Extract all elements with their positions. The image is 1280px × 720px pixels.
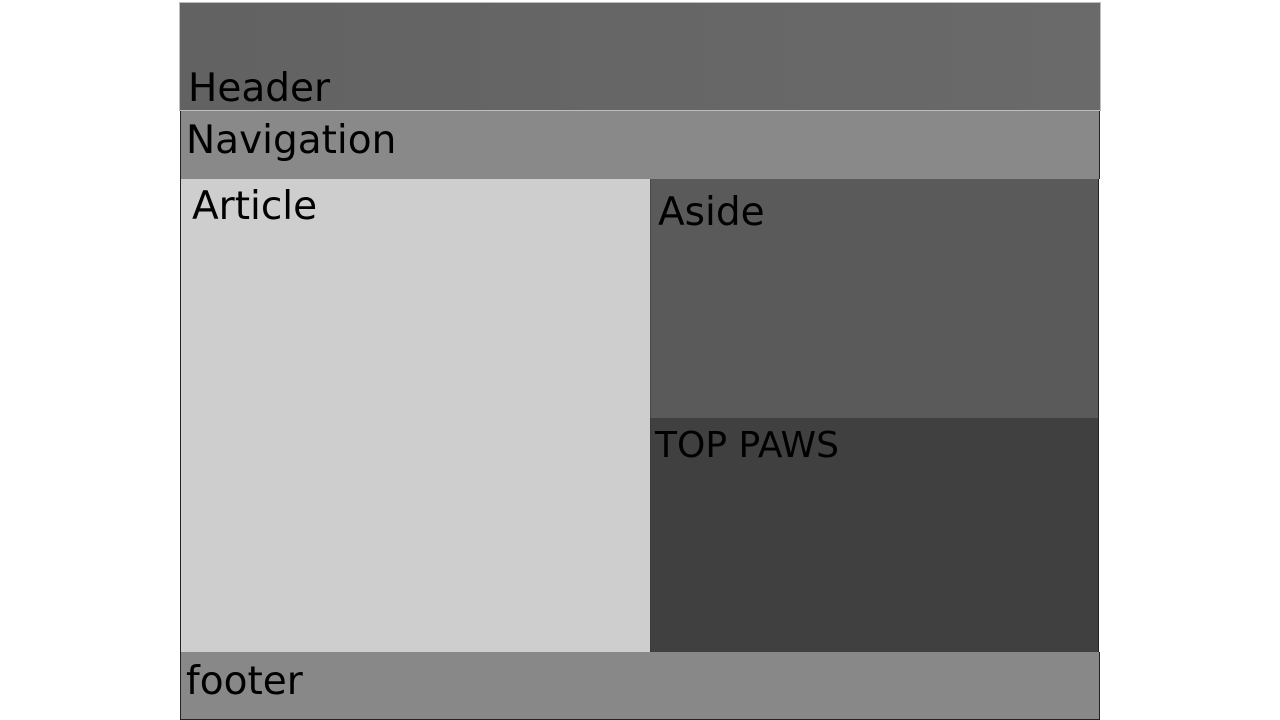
header-label: Header <box>188 66 331 111</box>
navigation-label: Navigation <box>186 118 397 163</box>
aside-region: Aside <box>650 179 1099 419</box>
page-layout-diagram: Header Navigation Article Aside TOP PAWS… <box>0 0 1280 720</box>
top-paws-region: TOP PAWS <box>650 418 1099 652</box>
article-region: Article <box>180 179 651 652</box>
article-label: Article <box>192 184 318 229</box>
top-paws-label: TOP PAWS <box>655 425 839 466</box>
footer-label: footer <box>186 659 303 704</box>
footer-region: footer <box>180 652 1100 720</box>
header-region: Header <box>179 2 1101 111</box>
aside-label: Aside <box>658 190 765 235</box>
navigation-region: Navigation <box>180 111 1100 179</box>
